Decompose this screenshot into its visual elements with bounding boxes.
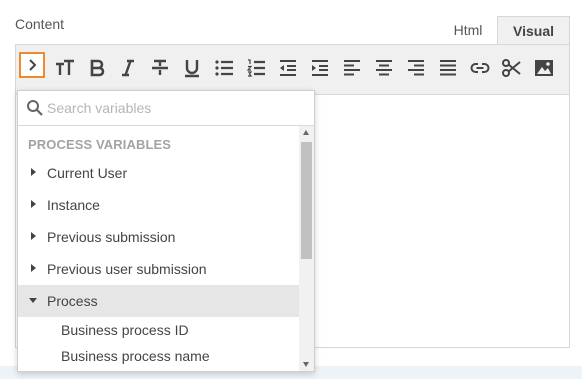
variable-subitem-business-process-name[interactable]: Business process name [61, 348, 210, 364]
bulleted-list-button[interactable] [209, 55, 239, 81]
align-left-icon [344, 60, 360, 76]
variable-subitem-business-process-id[interactable]: Business process ID [61, 322, 189, 338]
caret-right-icon [31, 200, 36, 208]
align-right-icon [408, 60, 424, 76]
italic-icon [122, 59, 134, 77]
scissors-icon [502, 59, 521, 77]
underline-icon [185, 60, 199, 78]
justify-button[interactable] [433, 55, 463, 81]
align-center-button[interactable] [369, 55, 399, 81]
align-right-button[interactable] [401, 55, 431, 81]
outdent-button[interactable] [273, 55, 303, 81]
variable-item-label: Previous user submission [47, 261, 207, 277]
variable-item-label: Instance [47, 197, 100, 213]
bold-button[interactable] [82, 55, 112, 81]
search-variables-input[interactable] [47, 96, 302, 120]
align-left-button[interactable] [337, 55, 367, 81]
chevron-right-icon [29, 59, 37, 71]
search-icon [27, 100, 43, 116]
caret-right-icon [31, 232, 36, 240]
image-icon [535, 60, 553, 76]
numbered-list-button[interactable] [241, 55, 271, 81]
variables-list: PROCESS VARIABLES Current User Instance … [18, 126, 299, 371]
link-icon [470, 63, 490, 73]
bulleted-list-icon [215, 60, 233, 76]
tab-visual[interactable]: Visual [497, 16, 570, 45]
bold-icon [90, 59, 105, 77]
variable-item-process[interactable]: Process [18, 285, 299, 317]
caret-right-icon [31, 264, 36, 272]
content-field-label: Content [15, 16, 65, 32]
indent-icon [312, 60, 328, 76]
outdent-icon [280, 60, 296, 76]
variable-item-label: Current User [47, 165, 128, 181]
variable-item-previous-user-submission[interactable]: Previous user submission [18, 253, 299, 285]
variable-item-label: Process [47, 293, 98, 309]
font-size-icon [56, 59, 74, 75]
section-header-process-variables: PROCESS VARIABLES [28, 137, 172, 152]
variable-item-instance[interactable]: Instance [18, 189, 299, 221]
link-button[interactable] [465, 55, 495, 81]
variable-search-box [18, 91, 314, 126]
caret-right-icon [31, 168, 36, 176]
dropdown-scrollbar[interactable] [299, 126, 314, 371]
scrollbar-thumb[interactable] [301, 142, 312, 259]
strikethrough-button[interactable] [145, 55, 175, 81]
italic-button[interactable] [113, 55, 143, 81]
editor-toolbar [15, 44, 570, 95]
indent-button[interactable] [305, 55, 335, 81]
align-center-icon [376, 60, 392, 76]
tab-html[interactable]: Html [440, 16, 496, 45]
scroll-down-arrow-icon[interactable] [303, 362, 309, 367]
variable-item-label: Previous submission [47, 229, 176, 245]
insert-variable-button[interactable] [19, 52, 45, 78]
caret-down-icon [29, 298, 37, 303]
underline-button[interactable] [177, 55, 207, 81]
variable-item-previous-submission[interactable]: Previous submission [18, 221, 299, 253]
variables-dropdown: PROCESS VARIABLES Current User [17, 90, 315, 372]
align-justify-icon [440, 60, 456, 76]
numbered-list-icon [246, 59, 265, 77]
strikethrough-icon [152, 59, 168, 75]
image-button[interactable] [529, 55, 559, 81]
font-size-button[interactable] [50, 55, 80, 81]
cut-button[interactable] [497, 55, 527, 81]
scroll-up-arrow-icon[interactable] [303, 130, 309, 135]
variable-item-current-user[interactable]: Current User [18, 157, 299, 189]
